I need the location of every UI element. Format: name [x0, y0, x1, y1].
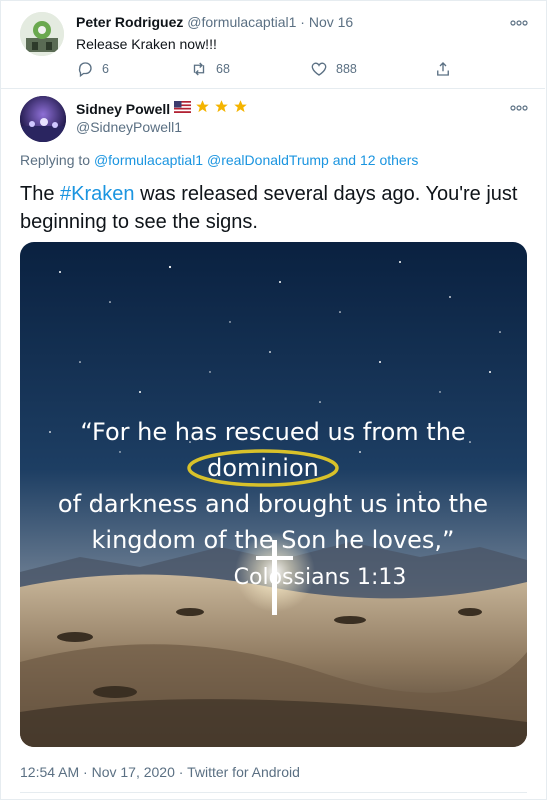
avatar[interactable]	[20, 96, 66, 142]
like-count: 888	[336, 62, 357, 76]
user-handle[interactable]: @formulacaptial1	[187, 14, 296, 30]
reply-icon	[78, 62, 92, 78]
avatar[interactable]	[20, 12, 64, 56]
quote-line: “For he has rescued us from the	[80, 418, 465, 446]
star-icon	[214, 99, 229, 119]
divider	[20, 792, 527, 793]
quote-reference: Colossians 1:13	[234, 565, 407, 590]
tweet-image[interactable]: “For he has rescued us from the dominion…	[20, 242, 527, 747]
share-icon	[437, 62, 449, 76]
retweet-button[interactable]: 68	[190, 60, 230, 78]
tweet-text: Release Kraken now!!!	[76, 36, 217, 52]
quote-line: kingdom of the Son he loves,”	[92, 526, 455, 554]
separator: ·	[300, 14, 305, 30]
reply-button[interactable]: 6	[76, 60, 109, 78]
more-horizontal-icon[interactable]	[510, 16, 528, 30]
tweet-date[interactable]: Nov 16	[309, 14, 353, 30]
tweet-timestamp[interactable]: 12:54 AM · Nov 17, 2020 · Twitter for An…	[20, 764, 300, 780]
user-handle[interactable]: @SidneyPowell1	[76, 119, 182, 135]
reply-count: 6	[102, 62, 109, 76]
more-horizontal-icon[interactable]	[510, 101, 528, 115]
heart-icon	[311, 62, 327, 76]
replying-user-link[interactable]: @formulacaptial1	[94, 152, 203, 168]
reply-tweet[interactable]: Peter Rodriguez @formulacaptial1 · Nov 1…	[0, 0, 545, 89]
display-name[interactable]: Peter Rodriguez	[76, 14, 183, 30]
quote-line: of darkness and brought us into the	[58, 490, 488, 518]
replying-prefix: Replying to	[20, 152, 91, 168]
star-icon	[233, 99, 248, 119]
share-button[interactable]	[434, 60, 452, 78]
retweet-count: 68	[216, 62, 230, 76]
retweet-icon	[193, 62, 205, 76]
star-icon	[195, 99, 210, 119]
display-name[interactable]: Sidney Powell	[76, 101, 170, 117]
quote-line: dominion	[207, 454, 319, 482]
tweet-text-part: The	[20, 183, 55, 205]
replying-user-link[interactable]: @realDonaldTrump	[207, 152, 329, 168]
tweet-actions: 6 68 888	[76, 60, 466, 82]
like-button[interactable]: 888	[310, 60, 357, 78]
replying-to: Replying to @formulacaptial1 @realDonald…	[20, 152, 418, 168]
hashtag-link[interactable]: #Kraken	[60, 183, 135, 205]
replying-others-link[interactable]: and 12 others	[333, 152, 419, 168]
us-flag-icon	[174, 100, 192, 118]
tweet-text: The #Kraken was released several days ag…	[20, 180, 530, 236]
